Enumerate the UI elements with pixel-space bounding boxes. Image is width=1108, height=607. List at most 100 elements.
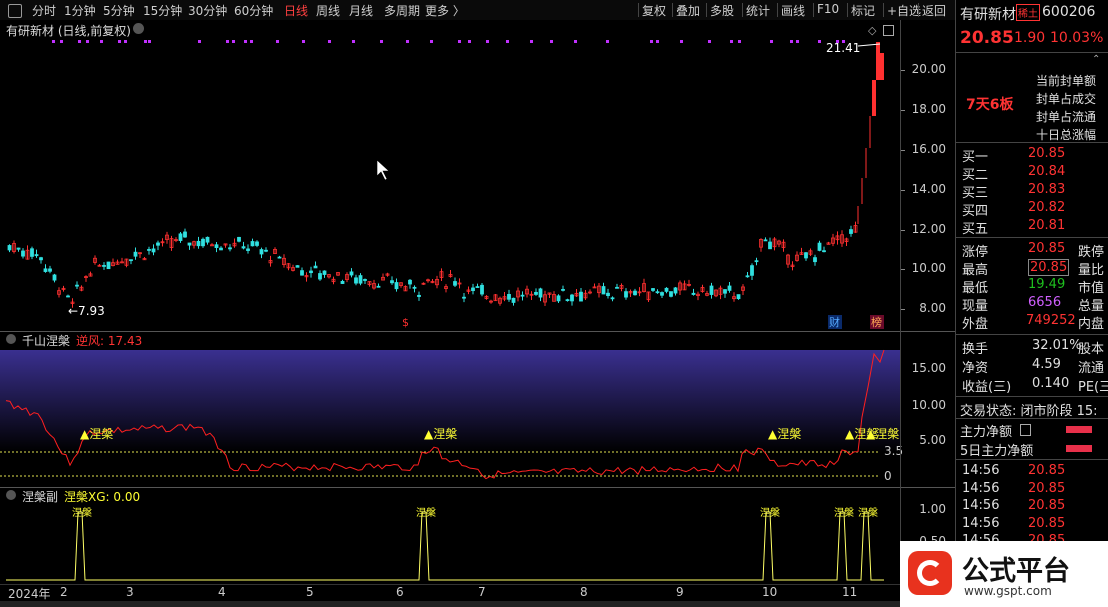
candle-body [363, 279, 367, 281]
brand-badge: 公式平台 www.gspt.com [900, 541, 1108, 607]
candle-body [48, 268, 52, 272]
candle-body [358, 275, 363, 284]
toolbar-button-6[interactable]: 标记 [851, 2, 875, 19]
candle-body [408, 279, 412, 285]
tick-price: 20.85 [1028, 463, 1066, 478]
period-tab-9[interactable]: 多周期 [384, 2, 420, 19]
toolbar-button-8[interactable]: 返回 [922, 2, 946, 19]
signal-dot [148, 40, 151, 43]
period-tab-10[interactable]: 更多 〉 [425, 2, 465, 19]
indicator-1-tick: 5.00 [919, 433, 946, 447]
rebirth-signal-label: ▲涅槃 [866, 426, 899, 441]
candle-body [52, 274, 57, 281]
signal-dot [730, 40, 733, 43]
stat-label-2: 内盘 [1078, 317, 1105, 332]
date-axis-label: 2 [60, 585, 68, 599]
toolbar-button-2[interactable]: 多股 [710, 2, 734, 19]
candle-body [813, 257, 817, 263]
candle-body [561, 288, 565, 291]
candle-body [633, 290, 637, 296]
signal-dot [302, 40, 305, 43]
candle-body [30, 248, 34, 257]
period-tab-2[interactable]: 5分钟 [103, 2, 135, 19]
signal-dot [380, 40, 383, 43]
candle-body [39, 257, 43, 261]
candle-body [768, 241, 772, 250]
signal-dot [232, 40, 235, 43]
period-tab-7[interactable]: 周线 [316, 2, 340, 19]
candle-body [538, 288, 543, 298]
candle-body [129, 259, 133, 262]
candle-body [475, 286, 480, 288]
toolbar-button-0[interactable]: 复权 [642, 2, 666, 19]
candle-body [196, 240, 201, 247]
stat-label: 最高 [962, 263, 989, 278]
stat-label: 收益(三) [962, 380, 1012, 395]
date-axis-label: 5 [306, 585, 314, 599]
collapse-arrow-icon[interactable]: ⌃ [1092, 54, 1100, 65]
candle-body [673, 287, 678, 294]
candle-body [66, 295, 70, 298]
candle-body [183, 231, 187, 238]
signal-dot [550, 40, 553, 43]
candle-body [462, 296, 466, 299]
list-icon[interactable] [1020, 424, 1031, 436]
rally-candle-body [872, 80, 876, 116]
period-tab-8[interactable]: 月线 [349, 2, 373, 19]
quote-panel: 有研新材 稀土 600206 20.85 1.90 10.03% 7天6板 当前… [955, 0, 1108, 607]
signal-dot [574, 40, 577, 43]
stat-label-2: 总量 [1078, 299, 1105, 314]
date-axis-label: 10 [762, 585, 778, 599]
signal-dot [656, 40, 659, 43]
price-chart[interactable]: 21.41 ←7.93 $ 财 榜 [0, 20, 900, 331]
indicator-1-tick: 10.00 [911, 398, 946, 412]
candle-body [601, 286, 606, 295]
candle-body [264, 249, 268, 252]
toolbar-button-4[interactable]: 画线 [781, 2, 805, 19]
toolbar-button-3[interactable]: 统计 [746, 2, 770, 19]
toolbar-button-7[interactable]: +自选 [887, 2, 921, 19]
candle-body [664, 287, 669, 292]
stat-value: 4.59 [1032, 357, 1061, 372]
toolbar-button-1[interactable]: 叠加 [676, 2, 700, 19]
candle-body [228, 247, 232, 250]
bid-price: 20.81 [1028, 218, 1066, 233]
candle-body [147, 249, 151, 251]
indicator-1-chart[interactable]: ▲涅槃 ▲涅槃 ▲涅槃 ▲涅槃▲涅槃 [0, 332, 900, 487]
signal-dot [650, 40, 653, 43]
tick-time: 14:56 [962, 480, 1000, 496]
signal-dot [78, 40, 81, 43]
period-tab-6[interactable]: 日线 [284, 2, 308, 19]
bid-price: 20.84 [1028, 164, 1066, 179]
signal-dot [738, 40, 741, 43]
stat-value: 0.140 [1032, 376, 1070, 391]
tick-time: 14:56 [962, 515, 1000, 531]
candle-body [102, 265, 106, 267]
stat-value: 6656 [1028, 295, 1062, 310]
scroll-strip[interactable] [0, 601, 955, 607]
clock-icon[interactable] [8, 4, 22, 18]
candle-body [43, 268, 48, 272]
period-tab-4[interactable]: 30分钟 [188, 2, 227, 19]
five-day-flow-label: 5日主力净额 [960, 444, 1034, 459]
indicator-2-chart[interactable]: 涅槃 涅槃 涅槃 涅槃 涅槃 [0, 488, 900, 584]
period-tab-5[interactable]: 60分钟 [234, 2, 273, 19]
candle-body [201, 238, 205, 247]
period-tab-3[interactable]: 15分钟 [143, 2, 182, 19]
price-tick-label: 8.00 [919, 301, 946, 315]
date-axis: 2024年 2 3 4 5 6 7 8 9 10 11 [0, 584, 900, 602]
candle-body [507, 294, 511, 300]
candle-body [804, 252, 808, 259]
period-tab-0[interactable]: 分时 [32, 2, 56, 19]
seal-note: 十日总涨幅 [1036, 128, 1097, 142]
brand-url: www.gspt.com [964, 584, 1052, 598]
candle-body [322, 270, 327, 275]
candle-body [754, 260, 759, 263]
period-tab-1[interactable]: 1分钟 [64, 2, 96, 19]
toolbar-button-5[interactable]: F10 [817, 2, 839, 16]
signal-dot [430, 40, 433, 43]
candle-body [75, 284, 79, 287]
signal-dot [486, 40, 489, 43]
candle-body [349, 271, 354, 276]
last-price: 20.85 [960, 28, 1014, 48]
